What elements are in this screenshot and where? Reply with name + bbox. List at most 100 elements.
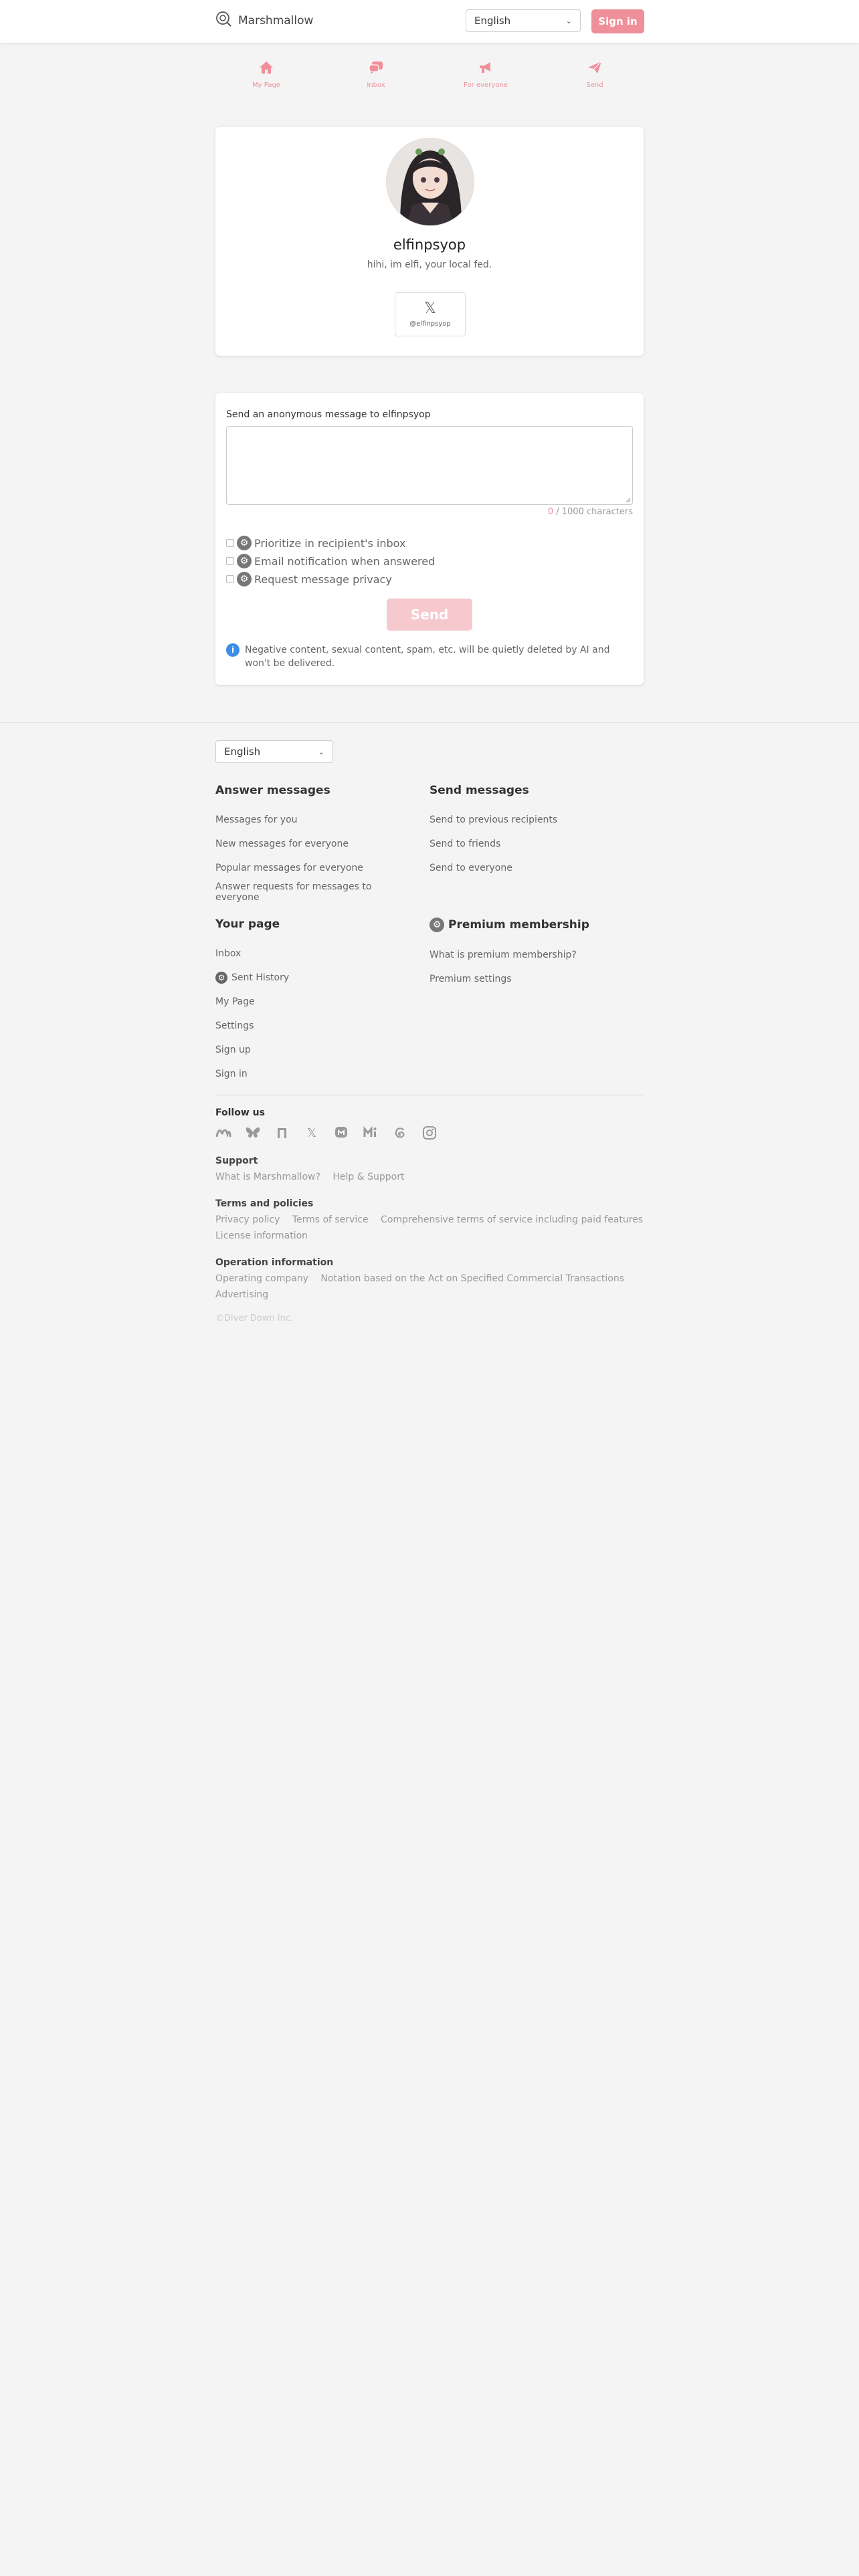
footer-link-what-is-marshmallow[interactable]: What is Marshmallow? (215, 1172, 320, 1182)
sign-in-button[interactable]: Sign in (591, 9, 644, 33)
option-label: Request message privacy (254, 572, 392, 586)
language-value: English (474, 15, 511, 27)
footer-link-comprehensive-terms[interactable]: Comprehensive terms of service including… (381, 1214, 643, 1225)
footer-section-title: Your page (215, 918, 280, 931)
support-links: What is Marshmallow? Help & Support (215, 1169, 657, 1185)
footer-link-sent-history[interactable]: ⚙ Sent History (215, 966, 416, 990)
nav-my-page[interactable]: My Page (240, 60, 293, 89)
premium-gear-icon: ⚙ (237, 572, 252, 586)
nav-send[interactable]: Send (568, 60, 622, 89)
bluesky-icon[interactable] (245, 1125, 261, 1141)
profile-bio: hihi, im elfi, your local fed. (367, 259, 492, 270)
nav-for-everyone[interactable]: For everyone (459, 60, 512, 89)
option-privacy[interactable]: ⚙ Request message privacy (226, 572, 392, 586)
marshmallow-logo-icon (215, 11, 233, 31)
footer-send-messages: Send messages Send to previous recipient… (430, 784, 630, 880)
info-icon: i (226, 643, 240, 657)
option-email-notification[interactable]: ⚙ Email notification when answered (226, 554, 435, 568)
terms-title: Terms and policies (215, 1198, 314, 1209)
prioritize-checkbox[interactable] (226, 539, 234, 547)
threads-icon[interactable] (392, 1125, 408, 1141)
chevron-down-icon: ⌄ (318, 747, 324, 756)
footer-section-title-premium: ⚙ Premium membership (430, 918, 630, 932)
top-bar: Marshmallow English ⌄ Sign in (0, 0, 859, 43)
resize-handle-icon[interactable] (626, 498, 631, 503)
inbox-icon (368, 60, 384, 78)
character-count-current: 0 (547, 507, 554, 517)
footer-link-sign-up[interactable]: Sign up (215, 1038, 416, 1062)
footer-link-inbox[interactable]: Inbox (215, 942, 416, 966)
footer-link-send-to-friends[interactable]: Send to friends (430, 832, 630, 856)
support-title: Support (215, 1156, 258, 1166)
nav-label: Send (586, 82, 603, 89)
megaphone-icon (478, 60, 494, 78)
instagram-icon[interactable] (421, 1125, 438, 1141)
send-icon (587, 60, 603, 78)
footer-link-terms-of-service[interactable]: Terms of service (292, 1214, 369, 1225)
logo-link[interactable]: Marshmallow (215, 11, 313, 31)
privacy-checkbox[interactable] (226, 575, 234, 583)
email-notification-checkbox[interactable] (226, 557, 234, 565)
footer-link-send-to-everyone[interactable]: Send to everyone (430, 856, 630, 880)
footer-link-answer-requests[interactable]: Answer requests for messages to everyone (215, 880, 416, 904)
footer-section-title: Premium membership (448, 918, 589, 932)
footer-link-privacy-policy[interactable]: Privacy policy (215, 1214, 280, 1225)
brand-name: Marshmallow (238, 14, 314, 27)
footer-link-my-page[interactable]: My Page (215, 990, 416, 1014)
character-count-total: / 1000 characters (553, 507, 633, 517)
follow-us-title: Follow us (215, 1107, 265, 1118)
footer-link-help-support[interactable]: Help & Support (332, 1172, 404, 1182)
terms-links: Privacy policy Terms of service Comprehe… (215, 1212, 657, 1244)
footer-your-page: Your page Inbox ⚙ Sent History My Page S… (215, 918, 416, 1086)
option-label: Email notification when answered (254, 554, 436, 568)
home-icon (258, 60, 274, 78)
x-logo-icon: 𝕏 (424, 300, 436, 317)
footer-section-title: Answer messages (215, 784, 330, 797)
x-handle: @elfinpsyop (409, 320, 451, 328)
language-select[interactable]: English ⌄ (466, 9, 581, 32)
footer-section-title: Send messages (430, 784, 529, 797)
profile-card: elfinpsyop hihi, im elfi, your local fed… (215, 127, 644, 356)
footer-language-select[interactable]: English ⌄ (215, 740, 333, 763)
avatar[interactable] (386, 138, 474, 226)
social-links: 𝕏 (215, 1125, 438, 1141)
footer-link-license-information[interactable]: License information (215, 1230, 308, 1241)
footer-link-previous-recipients[interactable]: Send to previous recipients (430, 808, 630, 832)
footer-link-new-messages[interactable]: New messages for everyone (215, 832, 416, 856)
send-button[interactable]: Send (387, 599, 472, 631)
note-icon[interactable] (274, 1125, 290, 1141)
footer-link-popular-messages[interactable]: Popular messages for everyone (215, 856, 416, 880)
nav-inbox[interactable]: Inbox (349, 60, 403, 89)
character-counter: 0 / 1000 characters (548, 507, 633, 517)
footer-link-messages-for-you[interactable]: Messages for you (215, 808, 416, 832)
marshmallow-social-icon[interactable] (215, 1125, 231, 1141)
nav-label: My Page (252, 82, 280, 89)
chevron-down-icon: ⌄ (565, 16, 572, 25)
footer-link-sign-in[interactable]: Sign in (215, 1062, 416, 1086)
x-profile-link[interactable]: 𝕏 @elfinpsyop (395, 292, 466, 336)
footer-answer-messages: Answer messages Messages for you New mes… (215, 784, 416, 904)
footer-link-commercial-transactions[interactable]: Notation based on the Act on Specified C… (320, 1273, 624, 1284)
footer-link-settings[interactable]: Settings (215, 1014, 416, 1038)
message-textarea[interactable] (226, 426, 633, 505)
nav-label: Inbox (367, 82, 385, 89)
footer-link-operating-company[interactable]: Operating company (215, 1273, 308, 1284)
misskey-icon[interactable] (363, 1125, 379, 1141)
copyright: ©Diver Down Inc. (215, 1313, 294, 1323)
x-social-icon[interactable]: 𝕏 (304, 1125, 320, 1141)
footer-link-what-is-premium[interactable]: What is premium membership? (430, 943, 630, 967)
option-prioritize[interactable]: ⚙ Prioritize in recipient's inbox (226, 536, 405, 550)
premium-gear-icon: ⚙ (430, 918, 444, 932)
footer-divider (0, 722, 859, 723)
footer-link-premium-settings[interactable]: Premium settings (430, 967, 630, 991)
footer-language-value: English (224, 746, 261, 758)
footer-link-advertising[interactable]: Advertising (215, 1289, 268, 1300)
premium-gear-icon: ⚙ (237, 536, 252, 550)
operation-links: Operating company Notation based on the … (215, 1271, 657, 1303)
premium-gear-icon: ⚙ (237, 554, 252, 568)
option-label: Prioritize in recipient's inbox (254, 536, 406, 550)
mastodon-icon[interactable] (333, 1125, 349, 1141)
footer-premium: ⚙ Premium membership What is premium mem… (430, 918, 630, 991)
main-nav: My Page Inbox For everyone Send (215, 60, 644, 94)
content-notice: i Negative content, sexual content, spam… (226, 643, 628, 670)
